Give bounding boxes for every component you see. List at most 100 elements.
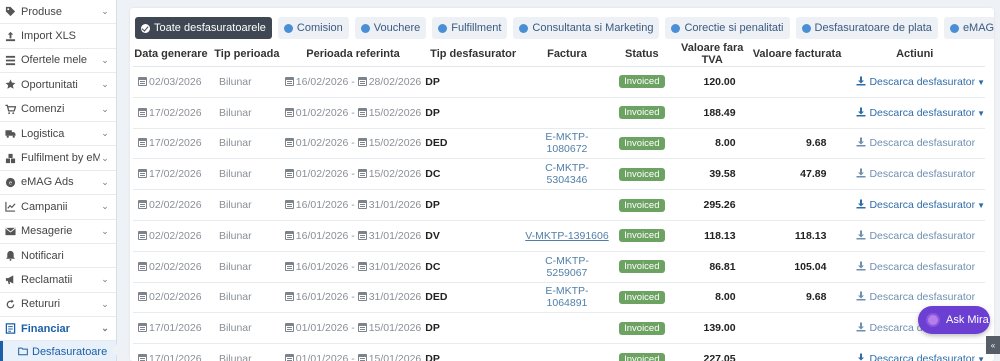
download-statement-button[interactable]: Descarca desfasurator: [844, 220, 985, 252]
data-generare: 17/01/2026: [149, 353, 202, 361]
header-valoare-fara-tva[interactable]: Valoare fara TVA: [674, 42, 750, 67]
tab-toate-desfasuratoarele[interactable]: Toate desfasuratoarele: [135, 17, 272, 39]
megaphone-icon: [4, 273, 17, 286]
table-row: 17/02/2026 Bilunar 01/02/2026 - 15/02/20…: [133, 97, 985, 129]
period-cell: 16/01/2026 - 31/01/2026: [284, 282, 422, 314]
download-statement-button[interactable]: Descarca desfasurator ▼: [844, 97, 985, 129]
header-tip-desfasurator[interactable]: Tip desfasurator: [421, 42, 526, 67]
circle-icon: [949, 23, 959, 33]
header-status[interactable]: Status: [608, 42, 675, 67]
download-statement-button[interactable]: Descarca desfasurator: [844, 251, 985, 283]
valoare-facturata: [749, 189, 845, 221]
status-cell: Invoiced: [608, 343, 675, 361]
header-valoare-facturata[interactable]: Valoare facturata: [749, 42, 845, 67]
sidebar-item-logistica[interactable]: Logistica ⌄: [0, 122, 116, 147]
valoare-fara-tva: 8.00: [674, 128, 750, 160]
download-label: Descarca desfasurator: [869, 106, 976, 119]
table-row: 17/02/2026 Bilunar 01/02/2026 - 15/02/20…: [133, 158, 985, 191]
period-to: 31/01/2026: [368, 260, 422, 273]
status-badge: Invoiced: [619, 106, 665, 120]
calendar-icon: [357, 76, 367, 86]
invoice-link[interactable]: E-MKTP-1064891: [545, 285, 588, 309]
sidebar-item-financiar[interactable]: Financiar ⌄: [0, 317, 116, 342]
header-data-generare[interactable]: Data generare: [133, 42, 209, 67]
download-statement-button[interactable]: Descarca desfasurator ▼: [844, 66, 985, 98]
tab-desfasuratoare-de-plata[interactable]: Desfasuratoare de plata: [795, 17, 938, 39]
chevron-down-icon: ⌄: [101, 323, 109, 334]
calendar-icon: [357, 323, 367, 333]
header-tip-perioada[interactable]: Tip perioada: [208, 42, 285, 67]
download-statement-button[interactable]: Descarca desfasurator ▼: [844, 189, 985, 221]
valoare-facturata: [749, 66, 845, 98]
sidebar-active-pointer: [111, 344, 117, 356]
scroll-top-button[interactable]: «: [986, 336, 1000, 354]
sidebar-item-import-xls[interactable]: Import XLS: [0, 24, 116, 49]
data-generare: 02/02/2026: [149, 291, 202, 304]
tip-desfasurator: DV: [421, 220, 526, 252]
valoare-fara-tva: 295.26: [674, 189, 750, 221]
calendar-icon: [138, 169, 147, 179]
sidebar-item-comenzi[interactable]: Comenzi ⌄: [0, 98, 116, 122]
calendar-icon: [357, 200, 367, 210]
tab-consultanta-si-marketing[interactable]: Consultanta si Marketing: [513, 17, 660, 39]
period-to: 31/01/2026: [368, 229, 422, 242]
valoare-fara-tva: 118.13: [674, 220, 750, 252]
valoare-facturata: 47.89: [749, 158, 845, 191]
sidebar-item-produse[interactable]: Produse ⌄: [0, 0, 116, 25]
calendar-icon: [357, 261, 367, 271]
sidebar-subitem-desfasuratoare[interactable]: Desfasuratoare: [0, 341, 116, 361]
tip-perioada: Bilunar: [208, 158, 285, 191]
sidebar-item-label: Fulfilment by eMAG: [21, 152, 100, 165]
status-badge: Invoiced: [619, 260, 665, 274]
valoare-facturata: 118.13: [749, 220, 845, 252]
bell-icon: [4, 249, 17, 262]
invoice-link[interactable]: C-MKTP-5304346: [545, 162, 589, 186]
invoice-link[interactable]: V-MKTP-1391606: [525, 230, 608, 242]
tab-comision[interactable]: Comision: [277, 17, 349, 39]
chevron-down-icon: ⌄: [101, 152, 109, 163]
ask-mira-button[interactable]: Ask Mira: [918, 306, 990, 334]
period-to: 15/01/2026: [368, 353, 422, 361]
sidebar-item-label: Reclamatii: [21, 273, 73, 286]
period-cell: 16/02/2026 - 28/02/2026: [284, 66, 422, 98]
tab-label: Consultanta si Marketing: [532, 22, 654, 34]
calendar-icon: [138, 354, 147, 361]
period-to: 15/02/2026: [368, 137, 422, 150]
tab-emag-genius[interactable]: eMAG Genius: [943, 17, 994, 39]
tip-desfasurator: DED: [421, 282, 526, 314]
chevron-down-icon: ⌄: [101, 274, 109, 285]
sidebar-item-mesagerie[interactable]: Mesagerie ⌄: [0, 220, 116, 244]
status-badge: Invoiced: [619, 198, 665, 212]
status-badge: Invoiced: [619, 136, 665, 150]
invoice-cell: E-MKTP-1064891: [525, 282, 609, 314]
valoare-facturata: [749, 312, 845, 345]
period-from: 16/01/2026: [295, 260, 349, 273]
invoice-link[interactable]: E-MKTP-1080672: [545, 131, 588, 155]
sidebar-item-reclamatii[interactable]: Reclamatii ⌄: [0, 268, 116, 293]
download-statement-button[interactable]: Descarca desfasurator: [844, 128, 985, 160]
sidebar-item-label: Produse: [21, 5, 62, 18]
header-perioada-referinta[interactable]: Perioada referinta: [284, 42, 422, 67]
sidebar-item-label: Logistica: [21, 127, 65, 140]
sidebar-item-ofertele-mele[interactable]: Ofertele mele ⌄: [0, 49, 116, 74]
sidebar-item-retururi[interactable]: Retururi ⌄: [0, 293, 116, 318]
invoice-link[interactable]: C-MKTP-5259067: [545, 255, 589, 279]
circle-icon: [283, 23, 293, 33]
sidebar-item-emag-ads[interactable]: e eMAG Ads ⌄: [0, 171, 116, 196]
sidebar-item-notificari[interactable]: Notificari: [0, 244, 116, 269]
tab-corectie-si-penalitati[interactable]: Corectie si penalitati: [665, 17, 790, 39]
data-generare: 02/02/2026: [149, 229, 202, 242]
download-statement-button[interactable]: Descarca desfasurator: [844, 158, 985, 191]
sidebar-item-campanii[interactable]: Campanii ⌄: [0, 195, 116, 220]
sidebar-item-fulfilment-by-emag[interactable]: Fulfilment by eMAG ⌄: [0, 146, 116, 171]
download-statement-button[interactable]: Descarca desfasurator ▼: [844, 343, 985, 361]
valoare-fara-tva: 188.49: [674, 97, 750, 129]
sidebar-item-oportunitati[interactable]: Oportunitati ⌄: [0, 73, 116, 98]
tab-fulfillment[interactable]: Fulfillment: [432, 17, 508, 39]
header-factura[interactable]: Factura: [525, 42, 609, 67]
calendar-icon: [284, 354, 294, 361]
calendar-icon: [284, 107, 294, 117]
tab-vouchere[interactable]: Vouchere: [354, 17, 427, 39]
valoare-fara-tva: 227.05: [674, 343, 750, 361]
calendar-icon: [138, 323, 147, 333]
